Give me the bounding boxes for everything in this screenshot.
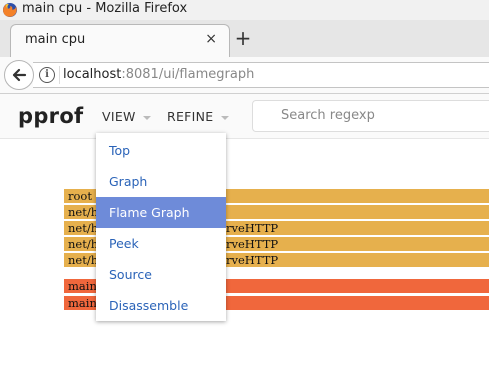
pprof-header: pprof VIEW REFINE [0, 94, 489, 139]
frame-label: net/h [68, 237, 99, 251]
frame-label: net/h [68, 253, 99, 267]
tab-strip: main cpu × + [0, 20, 489, 58]
menu-item-graph[interactable]: Graph [96, 166, 226, 197]
browser-tab[interactable]: main cpu × [10, 24, 230, 58]
back-button[interactable] [4, 60, 34, 90]
url-text[interactable]: localhost:8081/ui/flamegraph [63, 67, 254, 82]
frame-label: net/h [68, 205, 99, 219]
new-tab-button[interactable]: + [232, 27, 254, 49]
url-divider [59, 66, 60, 84]
site-info-icon[interactable]: i [39, 67, 55, 83]
refine-menu-label: REFINE [167, 109, 214, 124]
view-dropdown-menu: Top Graph Flame Graph Peek Source Disass… [96, 133, 226, 321]
view-caret-icon [142, 115, 151, 120]
view-menu-label: VIEW [102, 109, 136, 124]
frame-label: main [68, 296, 97, 310]
frame-label-tail: rveHTTP [226, 237, 279, 251]
pprof-logo: pprof [18, 104, 84, 128]
url-host: localhost [63, 67, 122, 82]
tab-label: main cpu [25, 32, 86, 47]
close-tab-icon[interactable]: × [205, 31, 217, 47]
menu-item-top[interactable]: Top [96, 135, 226, 166]
firefox-logo-icon [3, 3, 17, 17]
url-path: :8081/ui/flamegraph [121, 67, 255, 82]
menu-item-source[interactable]: Source [96, 259, 226, 290]
refine-menu-button[interactable]: REFINE [167, 109, 229, 124]
window-title: main cpu - Mozilla Firefox [22, 1, 188, 16]
back-arrow-icon [12, 68, 27, 82]
search-input[interactable] [253, 101, 489, 129]
view-menu-button[interactable]: VIEW [102, 109, 151, 124]
navigation-toolbar: i localhost:8081/ui/flamegraph [0, 57, 489, 94]
menu-item-flame-graph[interactable]: Flame Graph [96, 197, 226, 228]
menu-item-peek[interactable]: Peek [96, 228, 226, 259]
refine-caret-icon [220, 115, 229, 120]
url-bar[interactable]: i localhost:8081/ui/flamegraph [33, 62, 489, 88]
frame-label: net/h [68, 221, 99, 235]
frame-label-tail: rveHTTP [226, 221, 279, 235]
search-box [252, 100, 489, 132]
frame-label: root [68, 189, 92, 203]
frame-label-tail: rveHTTP [226, 253, 279, 267]
window-title-bar: main cpu - Mozilla Firefox [0, 0, 489, 20]
menu-item-disassemble[interactable]: Disassemble [96, 290, 226, 321]
frame-label: main [68, 279, 97, 293]
